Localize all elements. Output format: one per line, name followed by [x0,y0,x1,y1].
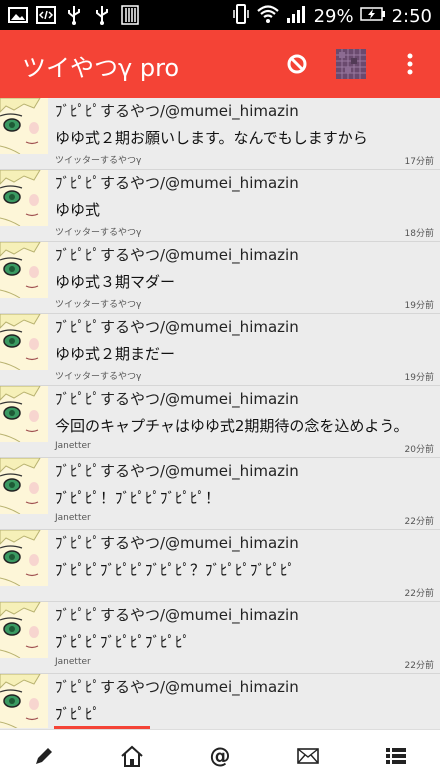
lists-tab[interactable] [352,730,440,782]
tweet-author: ﾌﾞﾋﾟﾋﾟするやつ/@mumei_himazin [55,318,299,336]
usb-icon [64,5,84,25]
tweet-row[interactable]: ﾌﾞﾋﾟﾋﾟするやつ/@mumei_himazin ﾌﾞﾋﾟﾋﾟ [0,674,440,728]
app-bar: ツイやつγ pro [0,30,440,98]
tweet-text: ﾌﾞﾋﾟﾋﾟﾌﾞﾋﾟﾋﾟﾌﾞﾋﾟﾋﾟ？ﾌﾞﾋﾟﾋﾟﾌﾞﾋﾟﾋﾟ [55,561,296,579]
tweet-client: Janetter [55,657,91,667]
user-avatar[interactable] [0,386,48,442]
status-bar: 29% 2:50 [0,0,440,30]
messages-tab[interactable] [264,730,352,782]
tweet-text: ﾌﾞﾋﾟﾋﾟﾌﾞﾋﾟﾋﾟﾌﾞﾋﾟﾋﾟ [55,633,191,651]
app-title: ツイやつγ pro [22,54,180,82]
mentions-tab[interactable]: @ [176,730,264,782]
user-avatar[interactable] [0,314,48,370]
tweet-row[interactable]: ﾌﾞﾋﾟﾋﾟするやつ/@mumei_himazin ﾌﾞﾋﾟﾋﾟ！ﾌﾞﾋﾟﾋﾟﾌ… [0,458,440,530]
tweet-text: ﾌﾞﾋﾟﾋﾟ！ﾌﾞﾋﾟﾋﾟﾌﾞﾋﾟﾋﾟ！ [55,489,221,507]
code-notification-icon [36,5,56,25]
tweet-row[interactable]: ﾌﾞﾋﾟﾋﾟするやつ/@mumei_himazin 今回のキャプチャはゆゆ式2期… [0,386,440,458]
mail-icon [297,748,319,764]
tweet-text: ﾌﾞﾋﾟﾋﾟ [55,705,101,723]
image-notification-icon [8,5,28,25]
tweet-author: ﾌﾞﾋﾟﾋﾟするやつ/@mumei_himazin [55,246,299,264]
tweet-time: 19分前 [404,373,434,383]
tweet-client: Janetter [55,441,91,451]
tweet-client: ツイッターするやつγ [55,228,142,238]
tweet-client: ツイッターするやつγ [55,372,142,382]
user-avatar[interactable] [0,170,48,226]
tweet-row[interactable]: ﾌﾞﾋﾟﾋﾟするやつ/@mumei_himazin ﾌﾞﾋﾟﾋﾟﾌﾞﾋﾟﾋﾟﾌﾞ… [0,530,440,602]
tweet-client: Janetter [55,513,91,523]
battery-charging-icon [359,6,386,27]
account-avatar-icon [336,49,366,79]
mention-icon: @ [210,744,231,768]
user-avatar[interactable] [0,458,48,514]
usb-icon [92,5,112,25]
tweet-time: 19分前 [404,301,434,311]
tweet-row[interactable]: ﾌﾞﾋﾟﾋﾟするやつ/@mumei_himazin ゆゆ式２期まだー ツイッター… [0,314,440,386]
tweet-time: 22分前 [404,589,434,599]
tweet-author: ﾌﾞﾋﾟﾋﾟするやつ/@mumei_himazin [55,174,299,192]
timeline-list[interactable]: ﾌﾞﾋﾟﾋﾟするやつ/@mumei_himazin ゆゆ式２期お願いします。なん… [0,98,440,728]
more-vert-icon [407,53,413,75]
user-avatar[interactable] [0,242,48,298]
tweet-row[interactable]: ﾌﾞﾋﾟﾋﾟするやつ/@mumei_himazin ゆゆ式 ツイッターするやつγ… [0,170,440,242]
barcode-icon [120,5,140,25]
account-avatar-button[interactable] [335,48,367,80]
tweet-time: 20分前 [404,445,434,455]
overflow-menu-button[interactable] [394,48,426,80]
bottom-nav: @ [0,729,440,782]
user-avatar[interactable] [0,674,48,728]
tweet-text: ゆゆ式 [55,201,101,219]
user-avatar[interactable] [0,98,48,154]
user-avatar[interactable] [0,530,48,586]
tweet-author: ﾌﾞﾋﾟﾋﾟするやつ/@mumei_himazin [55,462,299,480]
tweet-client: ツイッターするやつγ [55,156,142,166]
clock: 2:50 [391,6,432,27]
tweet-text: ゆゆ式２期まだー [55,345,176,363]
tweet-row[interactable]: ﾌﾞﾋﾟﾋﾟするやつ/@mumei_himazin ゆゆ式３期マダー ツイッター… [0,242,440,314]
tweet-text: 今回のキャプチャはゆゆ式2期期待の念を込めよう。 [55,417,409,435]
tweet-author: ﾌﾞﾋﾟﾋﾟするやつ/@mumei_himazin [55,606,299,624]
block-icon [287,54,307,74]
tweet-author: ﾌﾞﾋﾟﾋﾟするやつ/@mumei_himazin [55,678,299,696]
tweet-time: 22分前 [404,661,434,671]
tweet-author: ﾌﾞﾋﾟﾋﾟするやつ/@mumei_himazin [55,102,299,120]
battery-percent: 29% [313,6,354,27]
home-icon [121,745,143,767]
tweet-text: ゆゆ式２期お願いします。なんでもしますから [55,129,368,147]
tweet-time: 22分前 [404,517,434,527]
tweet-client: ツイッターするやつγ [55,300,142,310]
tweet-author: ﾌﾞﾋﾟﾋﾟするやつ/@mumei_himazin [55,534,299,552]
tweet-time: 17分前 [404,157,434,167]
compose-button[interactable] [0,730,88,782]
signal-icon [286,4,308,29]
home-tab[interactable] [88,730,176,782]
tweet-time: 18分前 [404,229,434,239]
tweet-author: ﾌﾞﾋﾟﾋﾟするやつ/@mumei_himazin [55,390,299,408]
tweet-row[interactable]: ﾌﾞﾋﾟﾋﾟするやつ/@mumei_himazin ゆゆ式２期お願いします。なん… [0,98,440,170]
user-avatar[interactable] [0,602,48,658]
list-icon [386,748,406,764]
tweet-row[interactable]: ﾌﾞﾋﾟﾋﾟするやつ/@mumei_himazin ﾌﾞﾋﾟﾋﾟﾌﾞﾋﾟﾋﾟﾌﾞ… [0,602,440,674]
vibrate-icon [232,3,250,30]
compose-icon [36,748,52,764]
tweet-text: ゆゆ式３期マダー [55,273,176,291]
svg-text:@: @ [210,744,231,768]
wifi-icon [256,4,280,29]
block-button[interactable] [281,48,313,80]
